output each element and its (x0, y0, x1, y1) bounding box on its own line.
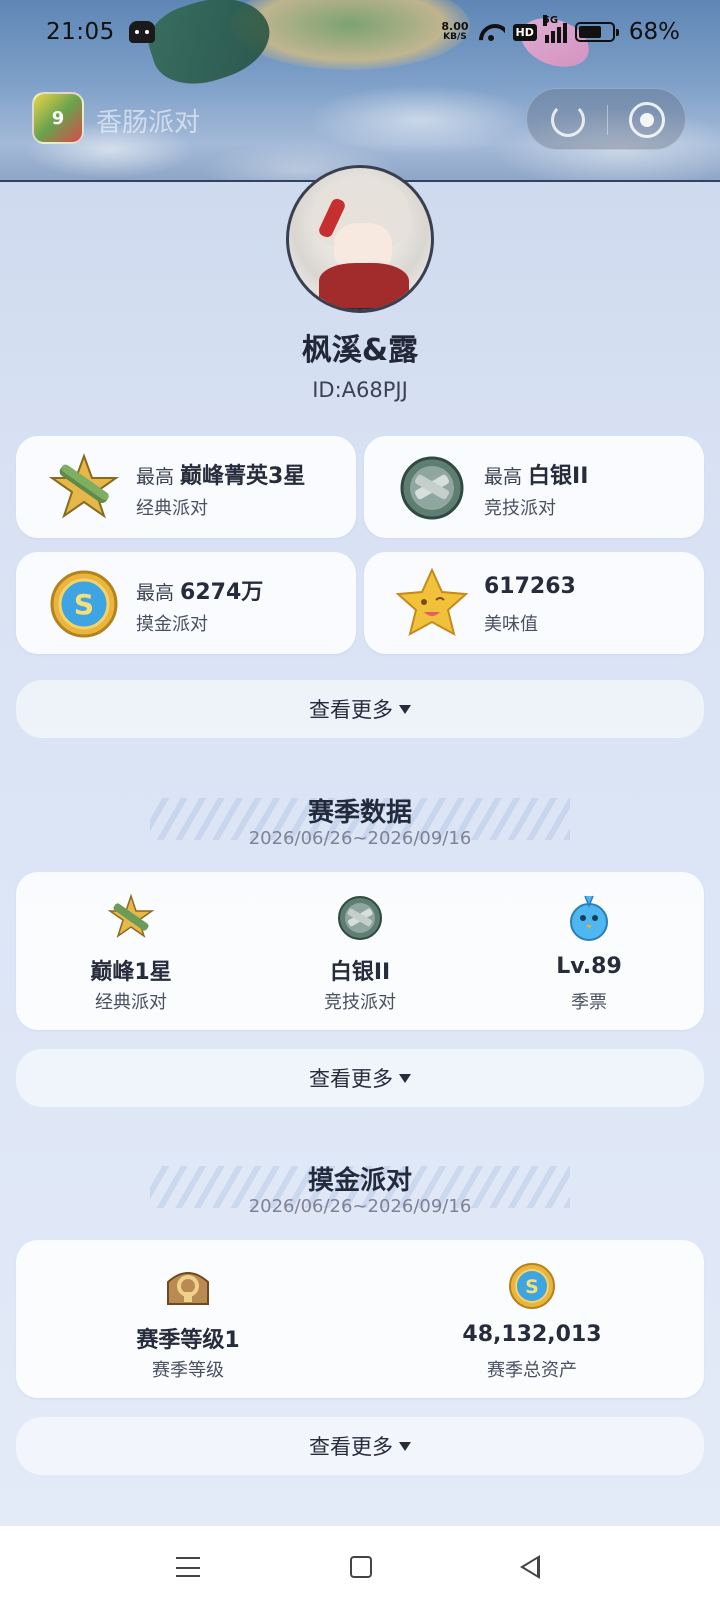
gold-stat-value: 48,132,013 (462, 1322, 602, 1347)
season-date-range: 2026/06/26~2026/09/16 (248, 828, 472, 849)
net-speed-value: 8.00 (441, 20, 469, 33)
signal-icon: 5G (542, 15, 567, 43)
status-time: 21:05 (46, 19, 115, 45)
stat-value: 617263 (484, 574, 576, 599)
see-more-button[interactable]: 查看更多 (16, 1417, 704, 1475)
season-stat-label: 竞技派对 (324, 992, 396, 1013)
season-stat-value: Lv.89 (556, 954, 622, 979)
season-stat-label: 经典派对 (95, 992, 167, 1013)
avatar[interactable] (286, 165, 434, 313)
robot-icon (128, 21, 155, 43)
stat-top-line: 最高 巅峰菁英3星 (136, 458, 305, 490)
share-icon[interactable] (551, 103, 585, 137)
home-icon[interactable] (350, 1556, 372, 1578)
stat-top-line: 最高 6274万 (136, 574, 263, 606)
gold-coin-icon: S (509, 1263, 555, 1309)
gold-stat-level[interactable]: 赛季等级1 赛季等级 (16, 1240, 360, 1398)
avatar-scarf (319, 263, 409, 308)
stat-value: 6274万 (180, 580, 264, 605)
see-more-label: 查看更多 (309, 698, 393, 722)
stat-value: 白银II (528, 464, 589, 489)
battery-icon (574, 22, 619, 42)
season-stat-label: 季票 (571, 992, 607, 1013)
season-level-badge-icon (167, 1272, 209, 1305)
gold-stats-card: 赛季等级1 赛季等级 S 48,132,013 赛季总资产 (16, 1240, 704, 1398)
season-section-title: 赛季数据 (307, 798, 412, 828)
season-stat-ranked[interactable]: 白银II 竞技派对 (245, 872, 475, 1030)
stat-value: 巅峰菁英3星 (180, 464, 306, 489)
see-more-label: 查看更多 (309, 1067, 393, 1091)
gold-coin-icon: S (50, 570, 118, 638)
mini-program-capsule (526, 88, 686, 150)
stat-card-taste[interactable]: 617263 美味值 (364, 552, 704, 654)
season-stat-pass[interactable]: Lv.89 季票 (474, 872, 704, 1030)
wifi-icon (477, 22, 505, 42)
close-target-icon[interactable] (629, 102, 665, 138)
silver-rank-icon (338, 896, 382, 940)
app-name: 香肠派对 (96, 108, 201, 138)
stat-label: 美味值 (484, 614, 538, 635)
stat-prefix: 最高 (136, 582, 175, 604)
svg-text:S: S (525, 1276, 539, 1298)
battery-fill (578, 26, 601, 38)
status-indicators: 8.00 KB/S HD 5G 68% (441, 15, 680, 45)
season-stat-classic[interactable]: 巅峰1星 经典派对 (16, 872, 246, 1030)
user-id[interactable]: ID:A68PJJ (0, 378, 720, 402)
stat-prefix: 最高 (484, 466, 523, 488)
gold-section-title: 摸金派对 (307, 1166, 412, 1196)
star-face-icon (395, 567, 469, 636)
stat-prefix: 最高 (136, 466, 175, 488)
back-icon[interactable] (520, 1555, 540, 1579)
status-bar: 21:05 8.00 KB/S HD 5G 68% (0, 0, 720, 64)
system-nav-bar (0, 1526, 720, 1612)
net-speed-unit: KB/S (443, 32, 467, 42)
peak-rank-icon (107, 893, 155, 938)
gold-stat-label: 赛季等级 (152, 1360, 224, 1381)
battery-percent: 68% (628, 19, 680, 45)
peak-rank-icon (48, 453, 120, 519)
silver-rank-icon (400, 456, 464, 520)
stat-card-classic[interactable]: 最高 巅峰菁英3星 经典派对 (16, 436, 356, 538)
gold-stat-value: 赛季等级1 (136, 1328, 240, 1353)
stat-label: 摸金派对 (136, 614, 208, 635)
capsule-divider (607, 105, 608, 135)
menu-icon[interactable] (176, 1557, 200, 1577)
net-speed: 8.00 KB/S (441, 21, 468, 43)
season-stat-value: 白银II (329, 960, 391, 985)
gold-date-range: 2026/06/26~2026/09/16 (248, 1196, 472, 1217)
signal-label: 5G (542, 15, 559, 26)
season-stats-card: 巅峰1星 经典派对 白银II 竞技派对 Lv.89 季票 (16, 872, 704, 1030)
nickname: 枫溪&露 (301, 333, 419, 368)
caret-down-icon (399, 1073, 411, 1083)
gold-stat-assets[interactable]: S 48,132,013 赛季总资产 (360, 1240, 704, 1398)
gold-stat-label: 赛季总资产 (487, 1360, 577, 1381)
hd-icon: HD (512, 23, 537, 41)
see-more-button[interactable]: 查看更多 (16, 680, 704, 738)
stat-card-ranked[interactable]: 最高 白银II 竞技派对 (364, 436, 704, 538)
season-stat-value: 巅峰1星 (90, 960, 172, 985)
caret-down-icon (399, 704, 411, 714)
stat-top-line: 617263 (484, 574, 576, 599)
season-pass-chick-icon (570, 895, 608, 941)
svg-text:S: S (74, 588, 94, 621)
app-icon[interactable]: 9 (32, 92, 84, 144)
see-more-label: 查看更多 (309, 1435, 393, 1459)
stat-top-line: 最高 白银II (484, 458, 588, 490)
see-more-button[interactable]: 查看更多 (16, 1049, 704, 1107)
stat-label: 经典派对 (136, 498, 208, 519)
stat-label: 竞技派对 (484, 498, 556, 519)
caret-down-icon (399, 1441, 411, 1451)
app-bar: 9 香肠派对 (0, 88, 720, 150)
stat-card-gold[interactable]: S 最高 6274万 摸金派对 (16, 552, 356, 654)
